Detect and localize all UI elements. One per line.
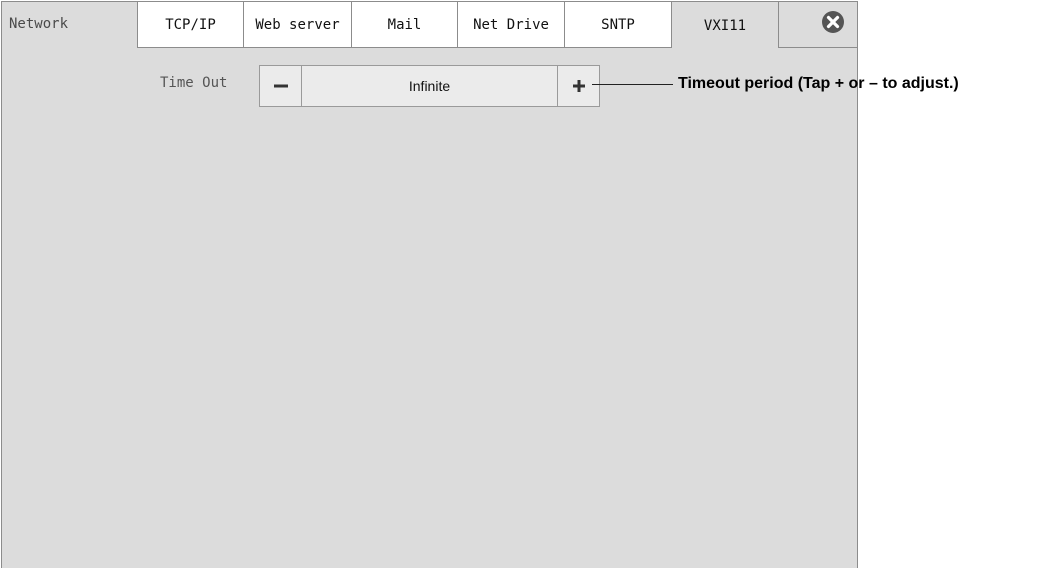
tab-mail[interactable]: Mail	[351, 2, 457, 48]
panel-title: Network	[9, 16, 69, 32]
timeout-increment-button[interactable]	[557, 66, 599, 106]
tab-label: Web server	[255, 17, 340, 33]
tab-label: SNTP	[601, 17, 635, 33]
header-right-area	[779, 2, 857, 48]
header-bar: Network TCP/IP Web server Mail Net Drive…	[2, 2, 857, 48]
timeout-stepper: Infinite	[259, 65, 600, 107]
tab-label: VXI11	[703, 17, 747, 34]
tab-sntp[interactable]: SNTP	[564, 2, 671, 48]
minus-icon	[273, 84, 288, 88]
tab-vxi11[interactable]: VXI11	[671, 2, 779, 48]
close-button[interactable]	[821, 10, 845, 34]
screen: Network TCP/IP Web server Mail Net Drive…	[0, 0, 1047, 568]
timeout-label: Time Out	[160, 75, 228, 91]
tab-net-drive[interactable]: Net Drive	[457, 2, 564, 48]
tab-tcp-ip[interactable]: TCP/IP	[137, 2, 243, 48]
callout-leader-line	[592, 84, 673, 85]
close-circle-icon	[822, 11, 844, 33]
timeout-decrement-button[interactable]	[260, 66, 302, 106]
tab-web-server[interactable]: Web server	[243, 2, 351, 48]
tab-label: Mail	[387, 17, 422, 33]
plus-icon	[572, 80, 585, 92]
tab-label: Net Drive	[473, 17, 549, 33]
timeout-value[interactable]: Infinite	[302, 66, 557, 106]
timeout-callout: Timeout period (Tap + or – to adjust.)	[678, 75, 959, 92]
tab-label: TCP/IP	[165, 17, 216, 33]
